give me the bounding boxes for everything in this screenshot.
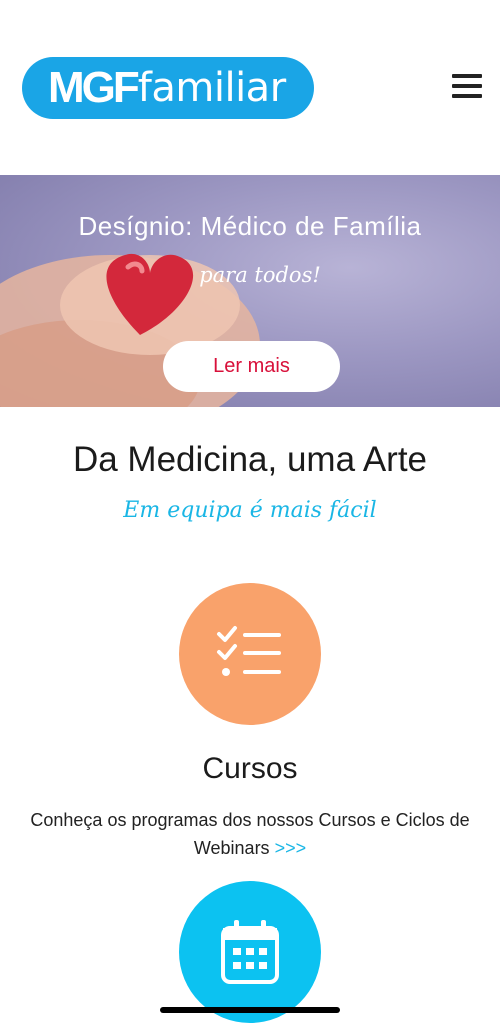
checklist-icon xyxy=(217,626,281,676)
hero-title: Desígnio: Médico de Família xyxy=(78,211,422,241)
calendar-icon xyxy=(221,920,279,984)
hamburger-menu-icon[interactable] xyxy=(452,74,482,100)
read-more-button[interactable]: Ler mais xyxy=(163,341,340,392)
courses-more-link[interactable]: >>> xyxy=(275,838,307,858)
calendar-icon-circle[interactable] xyxy=(179,881,321,1023)
logo-mgf-text: MGF xyxy=(48,63,140,112)
hero-subtitle: para todos! xyxy=(199,263,321,287)
mgfamiliar-logo[interactable]: MGF familiar xyxy=(22,57,314,119)
intro-subtitle: Em equipa é mais fácil xyxy=(123,498,377,523)
intro-title: Da Medicina, uma Arte xyxy=(72,440,428,479)
logo-familiar-text: familiar xyxy=(137,65,286,111)
courses-description: Conheça os programas dos nossos Cursos e… xyxy=(30,810,470,858)
courses-icon-circle[interactable] xyxy=(179,583,321,725)
courses-title: Cursos xyxy=(202,752,298,785)
hero-banner: Desígnio: Médico de Família para todos! … xyxy=(0,175,500,407)
home-indicator[interactable] xyxy=(160,1007,340,1013)
site-header: MGF familiar xyxy=(0,0,500,175)
